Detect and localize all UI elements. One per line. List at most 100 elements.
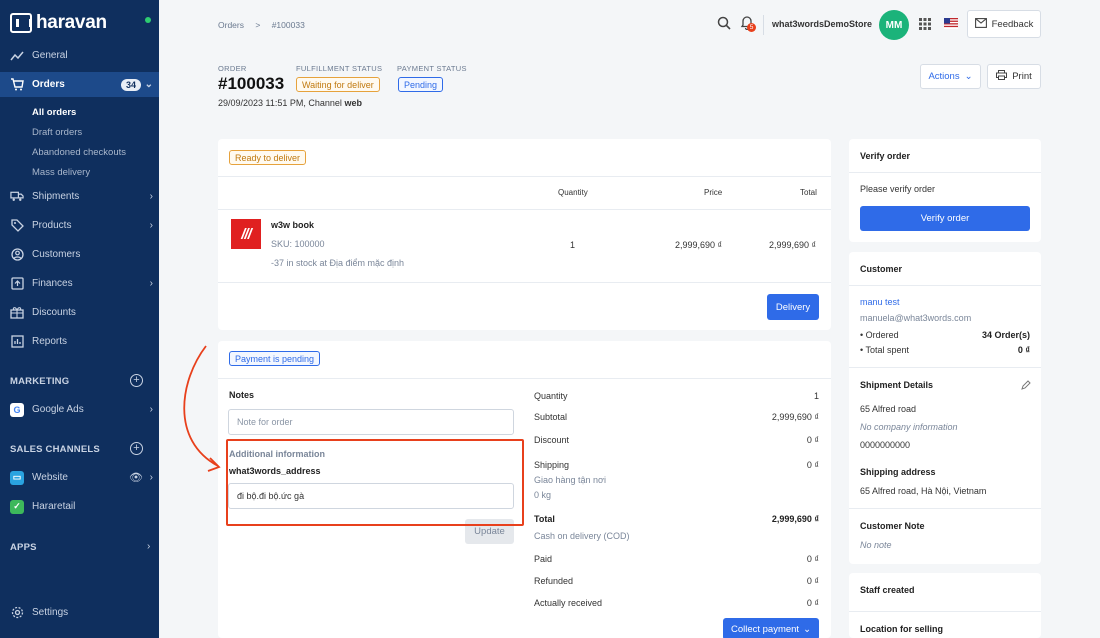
sidebar-subitem-abandoned-checkouts[interactable]: Abandoned checkouts [32,147,126,158]
fulfillment-status-badge: Waiting for deliver [296,77,380,92]
sidebar-item-customers[interactable]: Customers [0,242,159,267]
customer-name-link[interactable]: manu test [860,297,900,307]
annotation-arrow-icon [183,345,221,472]
product-name-link[interactable]: w3w book [271,220,314,230]
breadcrumb-orders-link[interactable]: Orders [218,20,244,30]
payment-status-badge: Pending [398,77,444,92]
chevron-down-icon[interactable]: ⌄ [145,79,153,90]
divider [849,172,1041,173]
summary-discount-value: 0 ₫ [806,435,819,445]
summary-subtotal-value: 2,999,690 ₫ [771,412,819,422]
user-circle-icon [10,248,24,262]
fulfillment-status-label: FULFILLMENT STATUS [296,64,383,73]
store-name[interactable]: what3wordsDemoStore [772,19,872,29]
summary-shipping-label: Shipping [534,460,570,470]
activity-icon [10,49,24,63]
search-icon[interactable] [717,16,731,33]
verify-order-title: Verify order [860,151,911,161]
location-for-selling-title: Location for selling [860,624,944,634]
apps-grid-icon[interactable] [919,18,931,33]
sidebar-item-website[interactable]: ▭ Website 👁 › [0,465,159,490]
sidebar-item-discounts[interactable]: Discounts [0,300,159,325]
feedback-button[interactable]: Feedback [967,10,1041,38]
chevron-right-icon: › [149,220,153,231]
actions-label: Actions [928,71,960,82]
summary-shipping-method: Giao hàng tận nơi [534,475,606,485]
actions-dropdown[interactable]: Actions ⌄ [920,64,981,89]
eye-icon[interactable]: 👁 [129,471,143,484]
chevron-right-icon: › [147,541,151,552]
summary-subtotal-label: Subtotal [534,412,568,422]
annotation-highlight-box [226,439,524,526]
sidebar-item-products[interactable]: Products › [0,213,159,238]
product-thumbnail[interactable]: /// [231,219,261,249]
us-flag-icon[interactable] [944,18,958,32]
sidebar-item-label: Products [32,220,72,231]
sidebar-subitem-mass-delivery[interactable]: Mass delivery [32,167,90,178]
sidebar-item-label: General [32,50,68,61]
haravan-logo-icon [10,13,32,33]
sidebar-item-shipments[interactable]: Shipments › [0,184,159,209]
order-date: 29/09/2023 11:51 PM, Channel web [218,98,362,108]
tag-icon [10,219,24,233]
notes-input[interactable]: Note for order [228,409,514,435]
customer-ordered-value: 34 Order(s) [981,330,1030,340]
product-sku: SKU: 100000 [271,239,325,249]
divider [763,15,764,35]
customer-title: Customer [860,264,903,274]
customer-spent-label: • Total spent [860,345,910,355]
sidebar-item-label: Finances [32,278,73,289]
chevron-right-icon: › [149,472,153,483]
divider [218,378,831,379]
add-marketing-icon[interactable]: + [130,374,143,387]
sidebar-item-label: Orders [32,79,65,90]
collect-payment-label: Collect payment [730,623,800,635]
breadcrumb-current: #100033 [271,20,305,30]
edit-pencil-icon[interactable] [1021,380,1031,393]
sidebar-item-finances[interactable]: Finances › [0,271,159,296]
feedback-label: Feedback [991,18,1034,30]
payment-status-label: PAYMENT STATUS [397,64,467,73]
add-sales-channel-icon[interactable]: + [130,442,143,455]
print-button[interactable]: Print [987,64,1041,89]
chevron-down-icon: ⌄ [803,623,812,635]
orders-count-badge: 34 [120,78,141,91]
summary-total-label: Total [534,514,555,524]
sidebar-item-settings[interactable]: Settings [0,600,159,625]
sidebar-item-google-ads[interactable]: G Google Ads › [0,397,159,422]
divider [849,611,1041,612]
sidebar-item-label: Reports [32,336,68,347]
chevron-down-icon: ⌄ [964,71,973,82]
product-price: 2,999,690 ₫ [675,240,723,250]
sidebar-item-general[interactable]: General [0,43,159,68]
collect-payment-button[interactable]: Collect payment ⌄ [723,618,819,638]
sidebar-item-hararetail[interactable]: ✓ Hararetail [0,494,159,519]
divider [849,285,1041,286]
verify-order-button[interactable]: Verify order [860,206,1030,231]
summary-received-label: Actually received [534,598,603,608]
customer-card: Customer manu test manuela@what3words.co… [849,252,1041,564]
sidebar-item-label: Shipments [32,191,80,202]
verify-order-text: Please verify order [860,184,936,194]
summary-refunded-label: Refunded [534,576,574,586]
summary-shipping-weight: 0 kg [534,490,552,500]
brand-name: haravan [36,12,107,33]
online-status-dot [145,17,151,23]
sidebar-subitem-all-orders[interactable]: All orders [32,107,76,118]
section-marketing: MARKETING [10,376,70,387]
haravan-logo[interactable]: haravan [10,12,107,34]
hararetail-icon: ✓ [10,499,24,514]
shipment-address: 65 Alfred road [860,404,917,414]
sidebar-item-reports[interactable]: Reports [0,329,159,354]
section-apps[interactable]: APPS [10,542,37,553]
summary-received-value: 0 ₫ [806,598,819,608]
sidebar-item-label: Hararetail [32,501,76,512]
divider [218,282,831,283]
sidebar-item-orders[interactable]: Orders 34 ⌄ [0,72,159,97]
avatar[interactable]: MM [879,10,909,40]
delivery-button[interactable]: Delivery [767,294,819,320]
summary-quantity-value: 1 [813,391,819,401]
sidebar-subitem-draft-orders[interactable]: Draft orders [32,127,82,138]
gear-icon [10,606,24,620]
divider [849,367,1041,368]
